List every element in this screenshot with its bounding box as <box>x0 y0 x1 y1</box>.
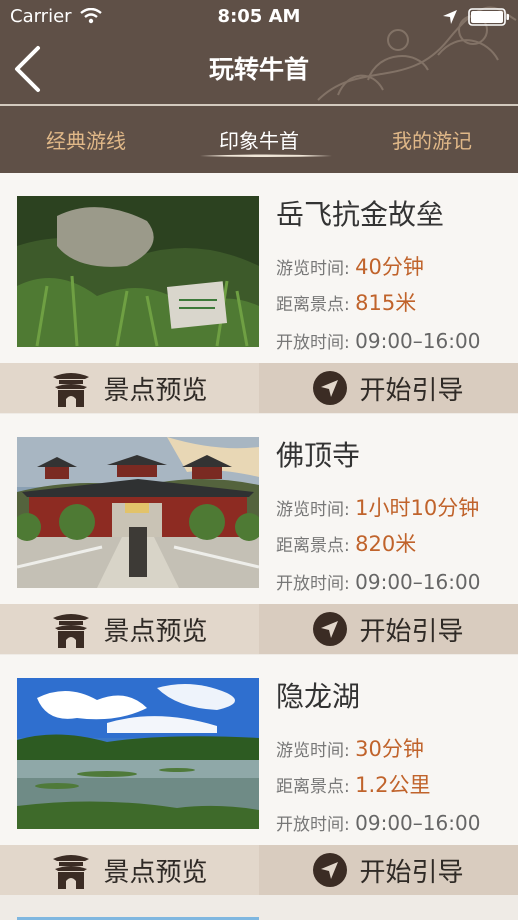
opening-hours-row: 开放时间: 09:00–16:00 <box>276 810 480 835</box>
tab-impression[interactable]: 印象牛首 <box>173 106 345 173</box>
attraction-photo[interactable] <box>17 196 259 347</box>
app-header: Carrier 8:05 AM 玩转牛首 经典游线 印象牛首 我的游记 <box>0 0 518 173</box>
opening-hours-label: 开放时间: <box>276 333 350 353</box>
preview-button-label: 景点预览 <box>103 375 208 406</box>
attraction-photo[interactable] <box>17 678 259 829</box>
visit-duration-label: 游览时间: <box>276 741 350 761</box>
navigation-bar: 玩转牛首 <box>0 34 518 104</box>
navigation-arrow-icon <box>313 371 348 405</box>
opening-hours-row: 开放时间: 09:00–16:00 <box>276 569 480 594</box>
chevron-left-icon <box>15 46 40 92</box>
card-actions: 景点预览 开始引导 <box>0 604 518 654</box>
preview-button[interactable]: 景点预览 <box>0 363 259 413</box>
start-guide-button[interactable]: 开始引导 <box>259 845 518 895</box>
navigation-arrow-icon <box>313 612 348 646</box>
distance-value: 820米 <box>355 532 417 556</box>
pagoda-gate-icon <box>53 855 90 889</box>
visit-duration-row: 游览时间: 40分钟 <box>276 251 424 281</box>
pagoda-gate-icon <box>53 373 90 407</box>
battery-icon <box>468 8 509 26</box>
ruins-photo-illustration <box>17 196 259 347</box>
opening-hours-value: 09:00–16:00 <box>355 329 481 353</box>
opening-hours-label: 开放时间: <box>276 815 350 835</box>
preview-button-label: 景点预览 <box>103 616 208 647</box>
navigation-arrow-icon <box>313 853 348 887</box>
start-guide-label: 开始引导 <box>359 375 464 406</box>
distance-label: 距离景点: <box>276 777 350 797</box>
attraction-card: 隐龙湖 游览时间: 30分钟 距离景点: 1.2公里 开放时间: 09:00–1… <box>0 655 518 895</box>
preview-button[interactable]: 景点预览 <box>0 604 259 654</box>
tab-bar: 经典游线 印象牛首 我的游记 <box>0 106 518 173</box>
visit-duration-value: 40分钟 <box>355 255 424 279</box>
distance-value: 815米 <box>355 291 417 315</box>
attraction-name: 岳飞抗金故垒 <box>276 198 445 231</box>
distance-row: 距离景点: 820米 <box>276 528 416 558</box>
attraction-name: 佛顶寺 <box>276 439 361 472</box>
distance-value: 1.2公里 <box>355 773 431 797</box>
opening-hours-value: 09:00–16:00 <box>355 570 481 594</box>
back-button[interactable] <box>8 42 58 96</box>
location-arrow-icon <box>443 10 457 24</box>
visit-duration-row: 游览时间: 30分钟 <box>276 733 424 763</box>
visit-duration-label: 游览时间: <box>276 500 350 520</box>
card-actions: 景点预览 开始引导 <box>0 363 518 413</box>
clock: 8:05 AM <box>217 6 301 27</box>
distance-label: 距离景点: <box>276 536 350 556</box>
status-bar: Carrier 8:05 AM <box>0 0 518 34</box>
start-guide-button[interactable]: 开始引导 <box>259 363 518 413</box>
attraction-name: 隐龙湖 <box>276 680 361 713</box>
tab-classic-routes[interactable]: 经典游线 <box>0 106 172 173</box>
distance-row: 距离景点: 815米 <box>276 287 416 317</box>
visit-duration-label: 游览时间: <box>276 259 350 279</box>
start-guide-label: 开始引导 <box>359 857 464 888</box>
attraction-photo[interactable] <box>17 437 259 588</box>
attraction-card: 岳飞抗金故垒 游览时间: 40分钟 距离景点: 815米 开放时间: 09:00… <box>0 173 518 413</box>
start-guide-label: 开始引导 <box>359 616 464 647</box>
page-title: 玩转牛首 <box>208 55 309 84</box>
opening-hours-label: 开放时间: <box>276 574 350 594</box>
lake-photo-illustration <box>17 678 259 829</box>
distance-label: 距离景点: <box>276 295 350 315</box>
temple-photo-illustration <box>17 437 259 588</box>
visit-duration-row: 游览时间: 1小时10分钟 <box>276 492 479 522</box>
visit-duration-value: 30分钟 <box>355 737 424 761</box>
preview-button-label: 景点预览 <box>103 857 208 888</box>
opening-hours-value: 09:00–16:00 <box>355 811 481 835</box>
opening-hours-row: 开放时间: 09:00–16:00 <box>276 328 480 353</box>
card-actions: 景点预览 开始引导 <box>0 845 518 895</box>
active-tab-indicator <box>200 154 332 157</box>
preview-button[interactable]: 景点预览 <box>0 845 259 895</box>
visit-duration-value: 1小时10分钟 <box>355 496 480 520</box>
start-guide-button[interactable]: 开始引导 <box>259 604 518 654</box>
tab-my-travelogue[interactable]: 我的游记 <box>346 106 518 173</box>
pagoda-gate-icon <box>53 614 90 648</box>
distance-row: 距离景点: 1.2公里 <box>276 769 431 799</box>
attraction-card: 佛顶寺 游览时间: 1小时10分钟 距离景点: 820米 开放时间: 09:00… <box>0 414 518 654</box>
